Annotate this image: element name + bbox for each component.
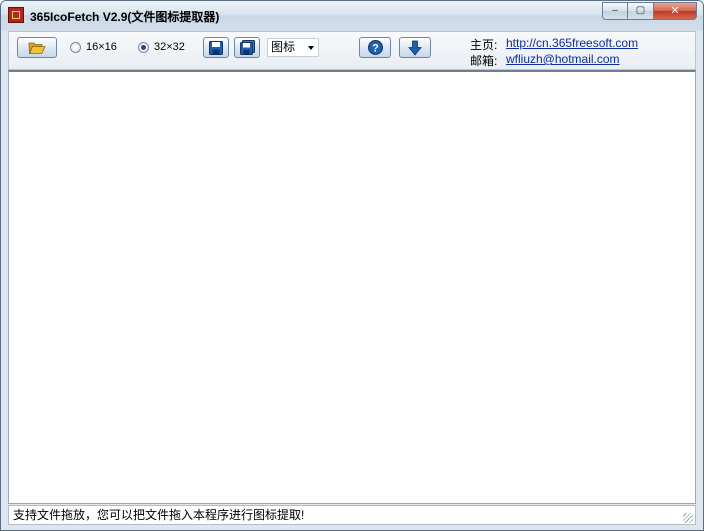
folder-open-icon [28,42,46,54]
email-link[interactable]: wfliuzh@hotmail.com [506,52,620,66]
status-text: 支持文件拖放，您可以把文件拖入本程序进行图标提取! [13,508,305,522]
download-button[interactable] [399,37,431,58]
size-32-label: 32×32 [154,41,185,53]
arrow-down-icon [408,40,422,56]
floppy-disk-multi-icon [239,40,255,55]
save-button[interactable] [203,37,229,58]
help-question-icon: ? [367,40,383,55]
open-file-button[interactable] [17,37,57,58]
chevron-down-icon [308,46,314,50]
svg-text:?: ? [372,43,379,55]
help-button[interactable]: ? [359,37,391,58]
homepage-link[interactable]: http://cn.365freesoft.com [506,36,638,50]
icon-display-area[interactable] [8,70,696,504]
window-controls: ‒ ▢ ✕ [602,2,697,20]
format-select[interactable]: 图标 [267,38,319,57]
title-bar[interactable]: 365IcoFetch V2.9(文件图标提取器) ‒ ▢ ✕ [1,1,703,31]
app-logo-icon [8,7,24,23]
minimize-button[interactable]: ‒ [602,2,628,20]
maximize-button[interactable]: ▢ [628,2,654,20]
resize-grip-icon[interactable] [683,513,693,523]
window-title: 365IcoFetch V2.9(文件图标提取器) [30,10,220,24]
format-select-value: 图标 [271,40,296,54]
toolbar: 16×16 32×32 图标 ? 主页: http://cn.365freeso… [8,31,696,70]
close-button[interactable]: ✕ [654,2,697,20]
size-32-radio[interactable] [138,42,149,53]
email-label: 邮箱: [470,54,498,68]
save-all-button[interactable] [234,37,260,58]
floppy-disk-icon [209,40,223,55]
app-window: 365IcoFetch V2.9(文件图标提取器) ‒ ▢ ✕ 16×16 32… [0,0,704,531]
homepage-label: 主页: [470,38,498,52]
size-16-radio[interactable] [70,42,81,53]
status-bar: 支持文件拖放，您可以把文件拖入本程序进行图标提取! [8,505,696,525]
size-16-label: 16×16 [86,41,117,53]
